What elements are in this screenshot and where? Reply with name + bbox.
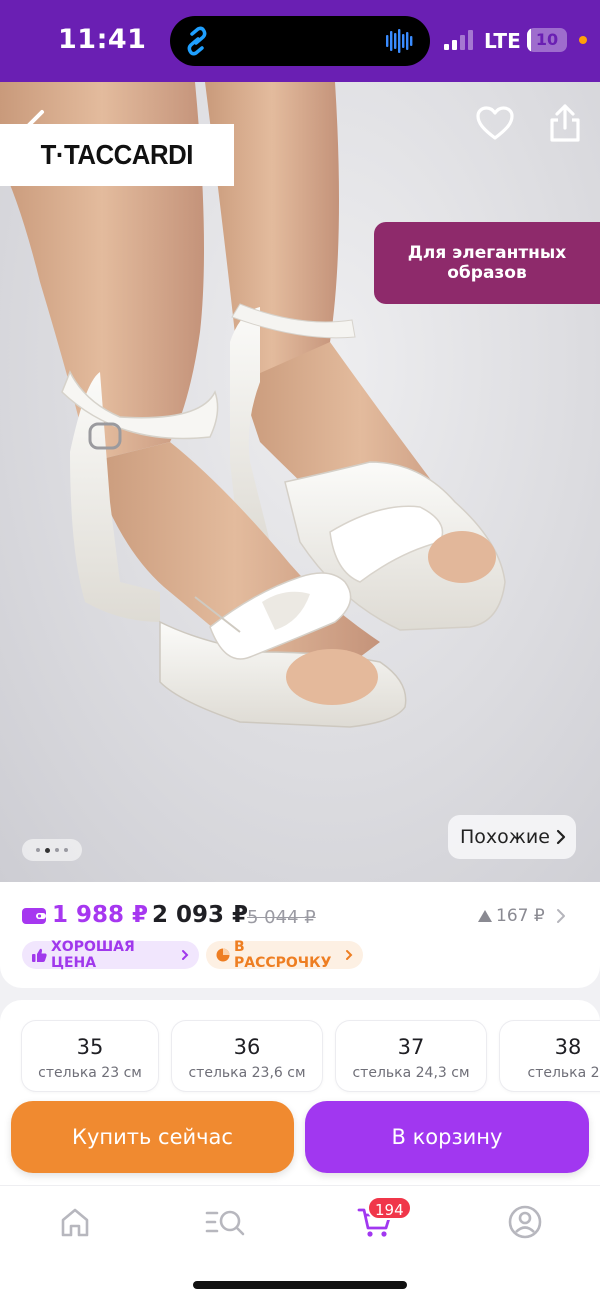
promo-banner: Для элегантных образов <box>374 222 600 304</box>
price-rise-value: 167 ₽ <box>496 906 545 926</box>
triangle-up-icon <box>478 910 492 922</box>
status-time: 11:41 <box>58 24 147 55</box>
catalog-search-icon[interactable] <box>205 1202 247 1242</box>
insole-length: стелька 23 см <box>38 1065 142 1081</box>
sound-wave-icon <box>386 29 413 53</box>
size-option[interactable]: 35 стелька 23 см <box>22 1021 158 1091</box>
chevron-right-icon <box>346 950 353 960</box>
size-option[interactable]: 37 стелька 24,3 см <box>336 1021 486 1091</box>
product-page: 11:41 LTE 10 T·TACCARDI Для элегантных о… <box>0 0 600 1300</box>
thumbs-up-icon <box>32 948 47 962</box>
size-number: 36 <box>233 1035 261 1059</box>
home-indicator[interactable] <box>193 1281 407 1289</box>
size-number: 38 <box>554 1035 582 1059</box>
chevron-right-icon <box>182 950 189 960</box>
installment-badge[interactable]: В РАССРОЧКУ <box>206 939 363 971</box>
size-option[interactable]: 36 стелька 23,6 см <box>172 1021 322 1091</box>
old-price: 5 044 ₽ <box>247 907 316 928</box>
wallet-icon <box>22 908 46 924</box>
installment-label: В РАССРОЧКУ <box>234 939 332 971</box>
network-type: LTE <box>484 29 521 53</box>
share-icon[interactable] <box>546 102 584 144</box>
status-bar: 11:41 LTE 10 <box>0 0 600 82</box>
carousel-dot[interactable] <box>45 847 50 853</box>
brand-logo: T·TACCARDI <box>0 124 234 186</box>
carousel-dot[interactable] <box>64 848 68 852</box>
insole-length: стелька 25 <box>527 1065 600 1081</box>
shazam-icon <box>187 26 207 56</box>
product-image-carousel[interactable]: T·TACCARDI Для элегантных образов Похожи… <box>0 82 600 882</box>
buy-now-button[interactable]: Купить сейчас <box>11 1101 294 1173</box>
add-to-cart-button[interactable]: В корзину <box>305 1101 589 1173</box>
carousel-dot[interactable] <box>55 848 59 852</box>
chevron-right-icon[interactable] <box>556 908 566 924</box>
size-number: 35 <box>76 1035 104 1059</box>
current-price: 2 093 ₽ <box>152 902 249 928</box>
similar-products-button[interactable]: Похожие <box>448 815 576 859</box>
insole-length: стелька 24,3 см <box>352 1065 470 1081</box>
price-card: 1 988 ₽ 2 093 ₽ 5 044 ₽ 167 ₽ ХОРОШАЯ ЦЕ… <box>0 882 600 988</box>
price-history-link[interactable]: 167 ₽ <box>478 906 545 926</box>
battery-percent: 10 <box>535 30 559 49</box>
pie-chart-icon <box>216 948 230 962</box>
cart-count-badge: 194 <box>367 1196 412 1220</box>
size-option[interactable]: 38 стелька 25 <box>500 1021 600 1091</box>
chevron-right-icon <box>556 829 566 845</box>
heart-icon[interactable] <box>475 104 515 144</box>
profile-icon[interactable] <box>505 1202 545 1242</box>
similar-products-label: Похожие <box>460 826 550 848</box>
good-price-label: ХОРОШАЯ ЦЕНА <box>51 939 135 971</box>
good-price-badge[interactable]: ХОРОШАЯ ЦЕНА <box>22 939 199 971</box>
size-number: 37 <box>397 1035 425 1059</box>
insole-length: стелька 23,6 см <box>188 1065 306 1081</box>
privacy-indicator <box>579 36 587 44</box>
product-photo <box>0 82 506 728</box>
dynamic-island <box>170 16 430 66</box>
battery-icon: 10 <box>527 28 567 52</box>
carousel-dot[interactable] <box>36 848 40 852</box>
brand-logo-text: T·TACCARDI <box>40 139 194 170</box>
home-icon[interactable] <box>55 1202 95 1242</box>
carousel-pagination[interactable] <box>22 839 82 861</box>
wallet-price: 1 988 ₽ <box>52 902 149 928</box>
signal-bars-icon <box>444 30 473 50</box>
